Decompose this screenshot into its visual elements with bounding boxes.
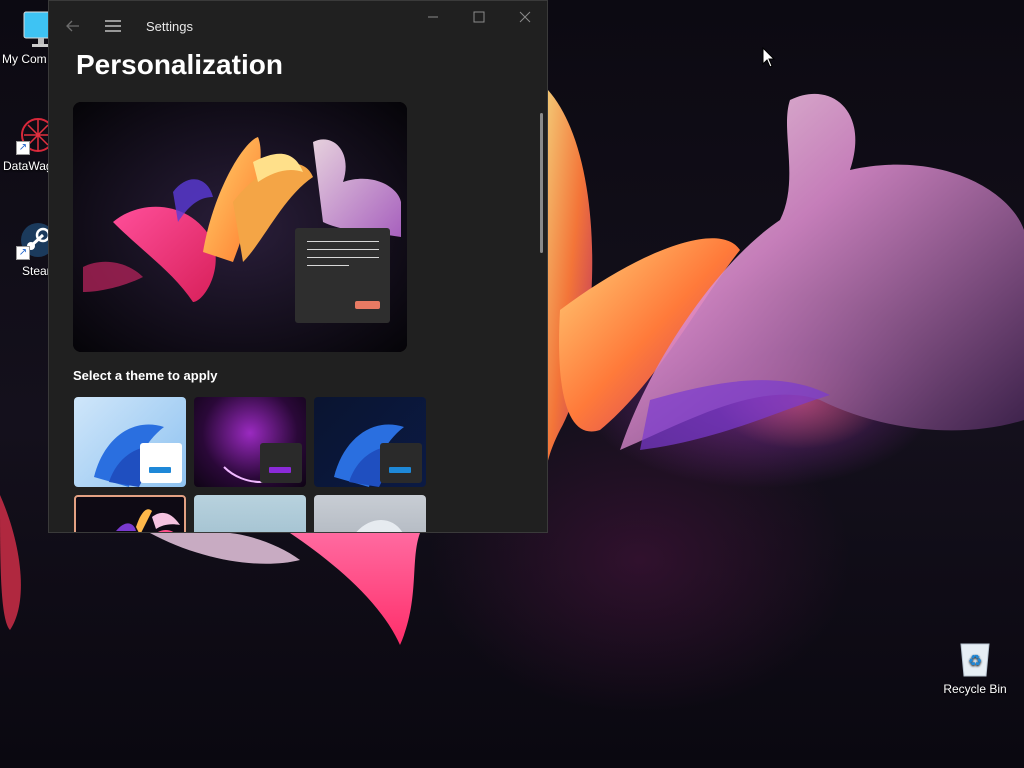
- preview-accent-button: [355, 301, 380, 309]
- shortcut-arrow-icon: ↗: [16, 246, 30, 260]
- recycle-bin-icon: ♻: [955, 638, 995, 678]
- preview-window-card: [295, 228, 390, 323]
- close-button[interactable]: [502, 1, 547, 33]
- theme-tile-glow[interactable]: [194, 397, 306, 487]
- maximize-button[interactable]: [456, 1, 502, 33]
- maximize-icon: [473, 11, 485, 23]
- theme-tile-windows-light[interactable]: [74, 397, 186, 487]
- desktop-icon-label: Recycle Bin: [943, 682, 1007, 696]
- page-title: Personalization: [76, 49, 283, 80]
- mouse-cursor-icon: [762, 47, 776, 68]
- svg-text:♻: ♻: [968, 651, 982, 670]
- theme-tile-sunrise[interactable]: [194, 495, 306, 532]
- app-title: Settings: [146, 19, 193, 34]
- back-arrow-icon[interactable]: [56, 9, 90, 43]
- hamburger-menu-icon[interactable]: [96, 9, 130, 43]
- section-label: Select a theme to apply: [73, 368, 218, 383]
- desktop-icon-recycle-bin[interactable]: ♻ Recycle Bin: [939, 638, 1011, 696]
- theme-preview: [73, 102, 407, 352]
- shortcut-arrow-icon: ↗: [16, 141, 30, 155]
- minimize-icon: [428, 16, 438, 18]
- scrollbar[interactable]: [540, 113, 543, 253]
- settings-window: Settings Personalization Select a theme …: [48, 0, 548, 533]
- close-icon: [519, 11, 531, 23]
- title-bar[interactable]: Settings: [49, 1, 547, 51]
- theme-tile-flow[interactable]: [314, 495, 426, 532]
- minimize-button[interactable]: [410, 1, 456, 33]
- theme-tile-windows-dark[interactable]: [314, 397, 426, 487]
- theme-tile-captured-motion[interactable]: [74, 495, 186, 532]
